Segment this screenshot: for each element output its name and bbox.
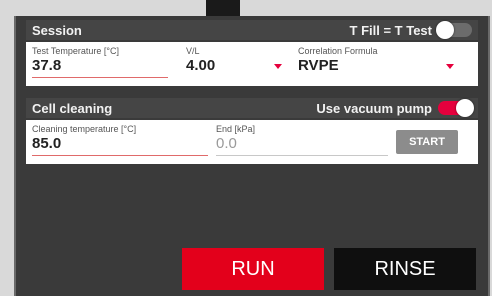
vacuum-pump-toggle[interactable] xyxy=(438,99,474,117)
fill-toggle-label: T Fill = T Test xyxy=(349,22,432,38)
fill-equals-test-toggle[interactable] xyxy=(436,21,472,39)
test-temperature-label: Test Temperature [°C] xyxy=(32,46,119,56)
cell-cleaning-title: Cell cleaning xyxy=(32,100,113,116)
correlation-formula-field[interactable]: Correlation Formula RVPE xyxy=(298,46,468,75)
session-panel: Test Temperature [°C] 37.8 V/L 4.00 Corr… xyxy=(26,42,478,86)
fill-toggle-group: T Fill = T Test xyxy=(349,21,472,39)
field-underline xyxy=(32,155,208,156)
vl-label: V/L xyxy=(186,46,200,56)
test-temperature-value[interactable]: 37.8 xyxy=(32,57,168,75)
vl-dropdown-caret-icon[interactable] xyxy=(274,64,282,69)
end-pressure-field[interactable]: End [kPa] 0.0 xyxy=(216,124,388,156)
session-header: Session T Fill = T Test xyxy=(26,20,478,40)
correlation-formula-label: Correlation Formula xyxy=(298,46,378,56)
vl-value[interactable]: 4.00 xyxy=(186,57,286,75)
vl-field[interactable]: V/L 4.00 xyxy=(186,46,286,75)
vacuum-pump-label: Use vacuum pump xyxy=(316,100,432,116)
toggle-knob xyxy=(456,99,474,117)
device-screen: Session T Fill = T Test Test Temperature… xyxy=(14,16,490,296)
vacuum-toggle-group: Use vacuum pump xyxy=(316,99,474,117)
correlation-dropdown-caret-icon[interactable] xyxy=(446,64,454,69)
field-underline xyxy=(32,77,168,78)
cleaning-temperature-label: Cleaning temperature [°C] xyxy=(32,124,137,134)
end-pressure-label: End [kPa] xyxy=(216,124,256,134)
cleaning-temperature-value[interactable]: 85.0 xyxy=(32,135,208,153)
cell-cleaning-panel: Cleaning temperature [°C] 85.0 End [kPa]… xyxy=(26,120,478,164)
end-pressure-value[interactable]: 0.0 xyxy=(216,135,388,153)
field-underline xyxy=(216,155,388,156)
rinse-button[interactable]: RINSE xyxy=(334,248,476,290)
run-button[interactable]: RUN xyxy=(182,248,324,290)
session-title: Session xyxy=(32,22,82,38)
correlation-formula-value[interactable]: RVPE xyxy=(298,57,468,75)
test-temperature-field[interactable]: Test Temperature [°C] 37.8 xyxy=(32,46,168,78)
toggle-knob xyxy=(436,21,454,39)
cell-cleaning-header: Cell cleaning Use vacuum pump xyxy=(26,98,478,118)
cleaning-temperature-field[interactable]: Cleaning temperature [°C] 85.0 xyxy=(32,124,208,156)
start-button[interactable]: START xyxy=(396,130,458,154)
